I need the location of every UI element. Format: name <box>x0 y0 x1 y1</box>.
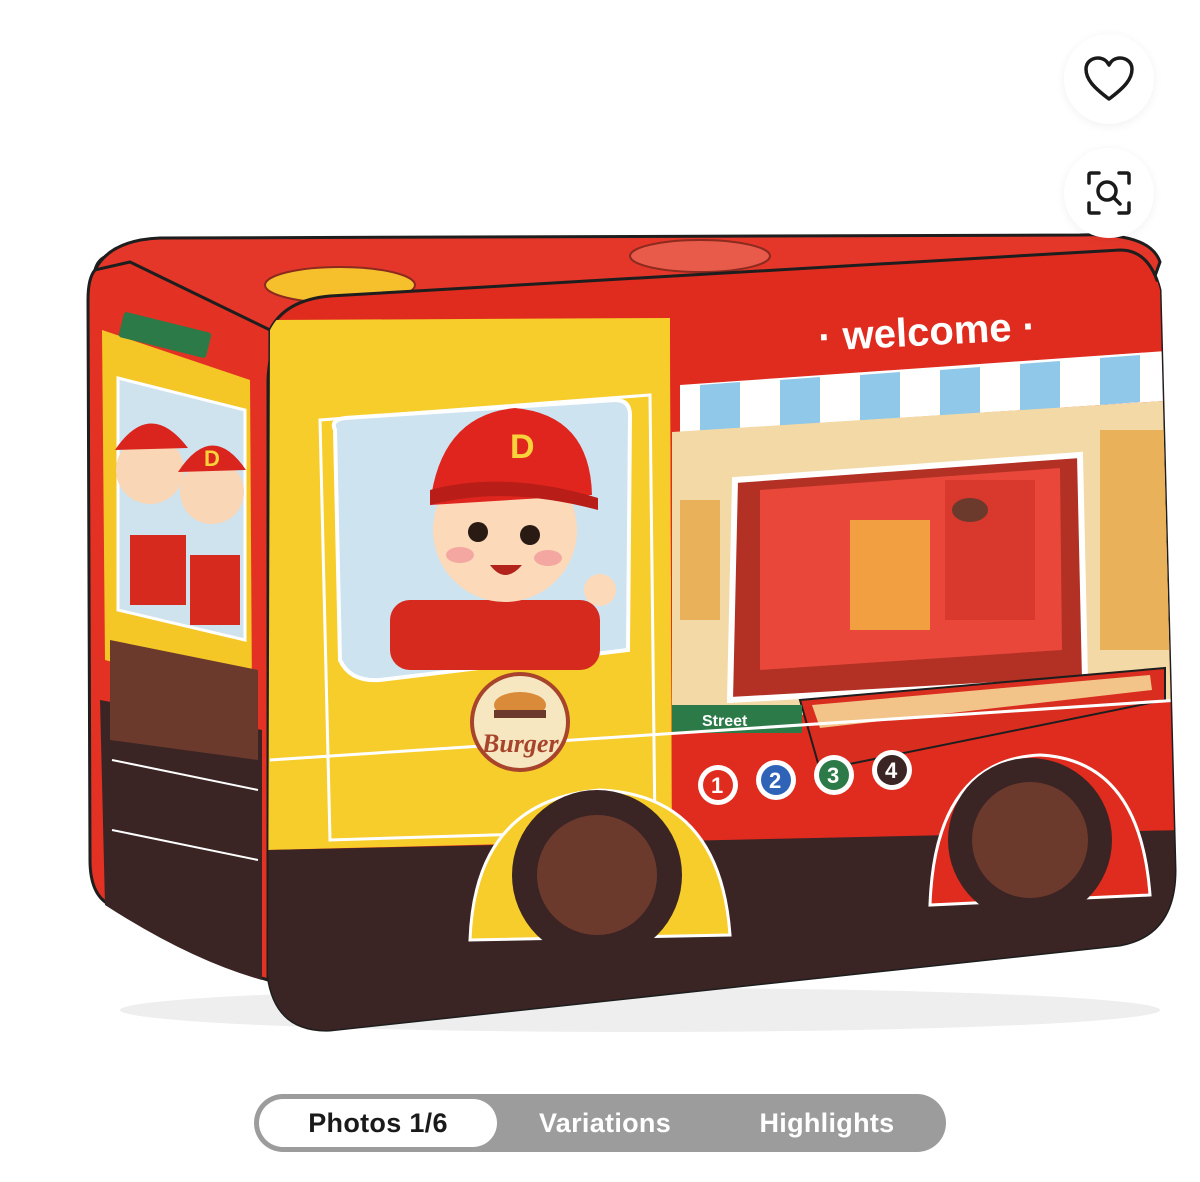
svg-text:1: 1 <box>711 773 723 798</box>
tab-highlights[interactable]: Highlights <box>713 1099 941 1147</box>
driver-cap-letter: D <box>510 428 535 466</box>
windshield-cap-letter: D <box>204 446 220 471</box>
product-image[interactable]: D Street 1 2 3 4 · welcome · D Burger <box>0 0 1200 1060</box>
product-gallery: D Street 1 2 3 4 · welcome · D Burger Ph… <box>0 0 1200 1182</box>
svg-text:Burger: Burger <box>481 729 559 758</box>
gallery-tab-bar: Photos 1/6 Variations Highlights <box>254 1094 946 1152</box>
svg-text:3: 3 <box>827 763 839 788</box>
image-search-icon <box>1087 171 1131 215</box>
heart-outline-icon <box>1084 56 1134 101</box>
svg-text:2: 2 <box>769 768 781 793</box>
wishlist-button[interactable] <box>1064 34 1154 124</box>
visual-search-button[interactable] <box>1064 148 1154 238</box>
burger-badge: Burger <box>470 672 570 772</box>
tab-variations[interactable]: Variations <box>497 1099 713 1147</box>
svg-text:4: 4 <box>885 758 898 783</box>
tab-photos[interactable]: Photos 1/6 <box>259 1099 497 1147</box>
